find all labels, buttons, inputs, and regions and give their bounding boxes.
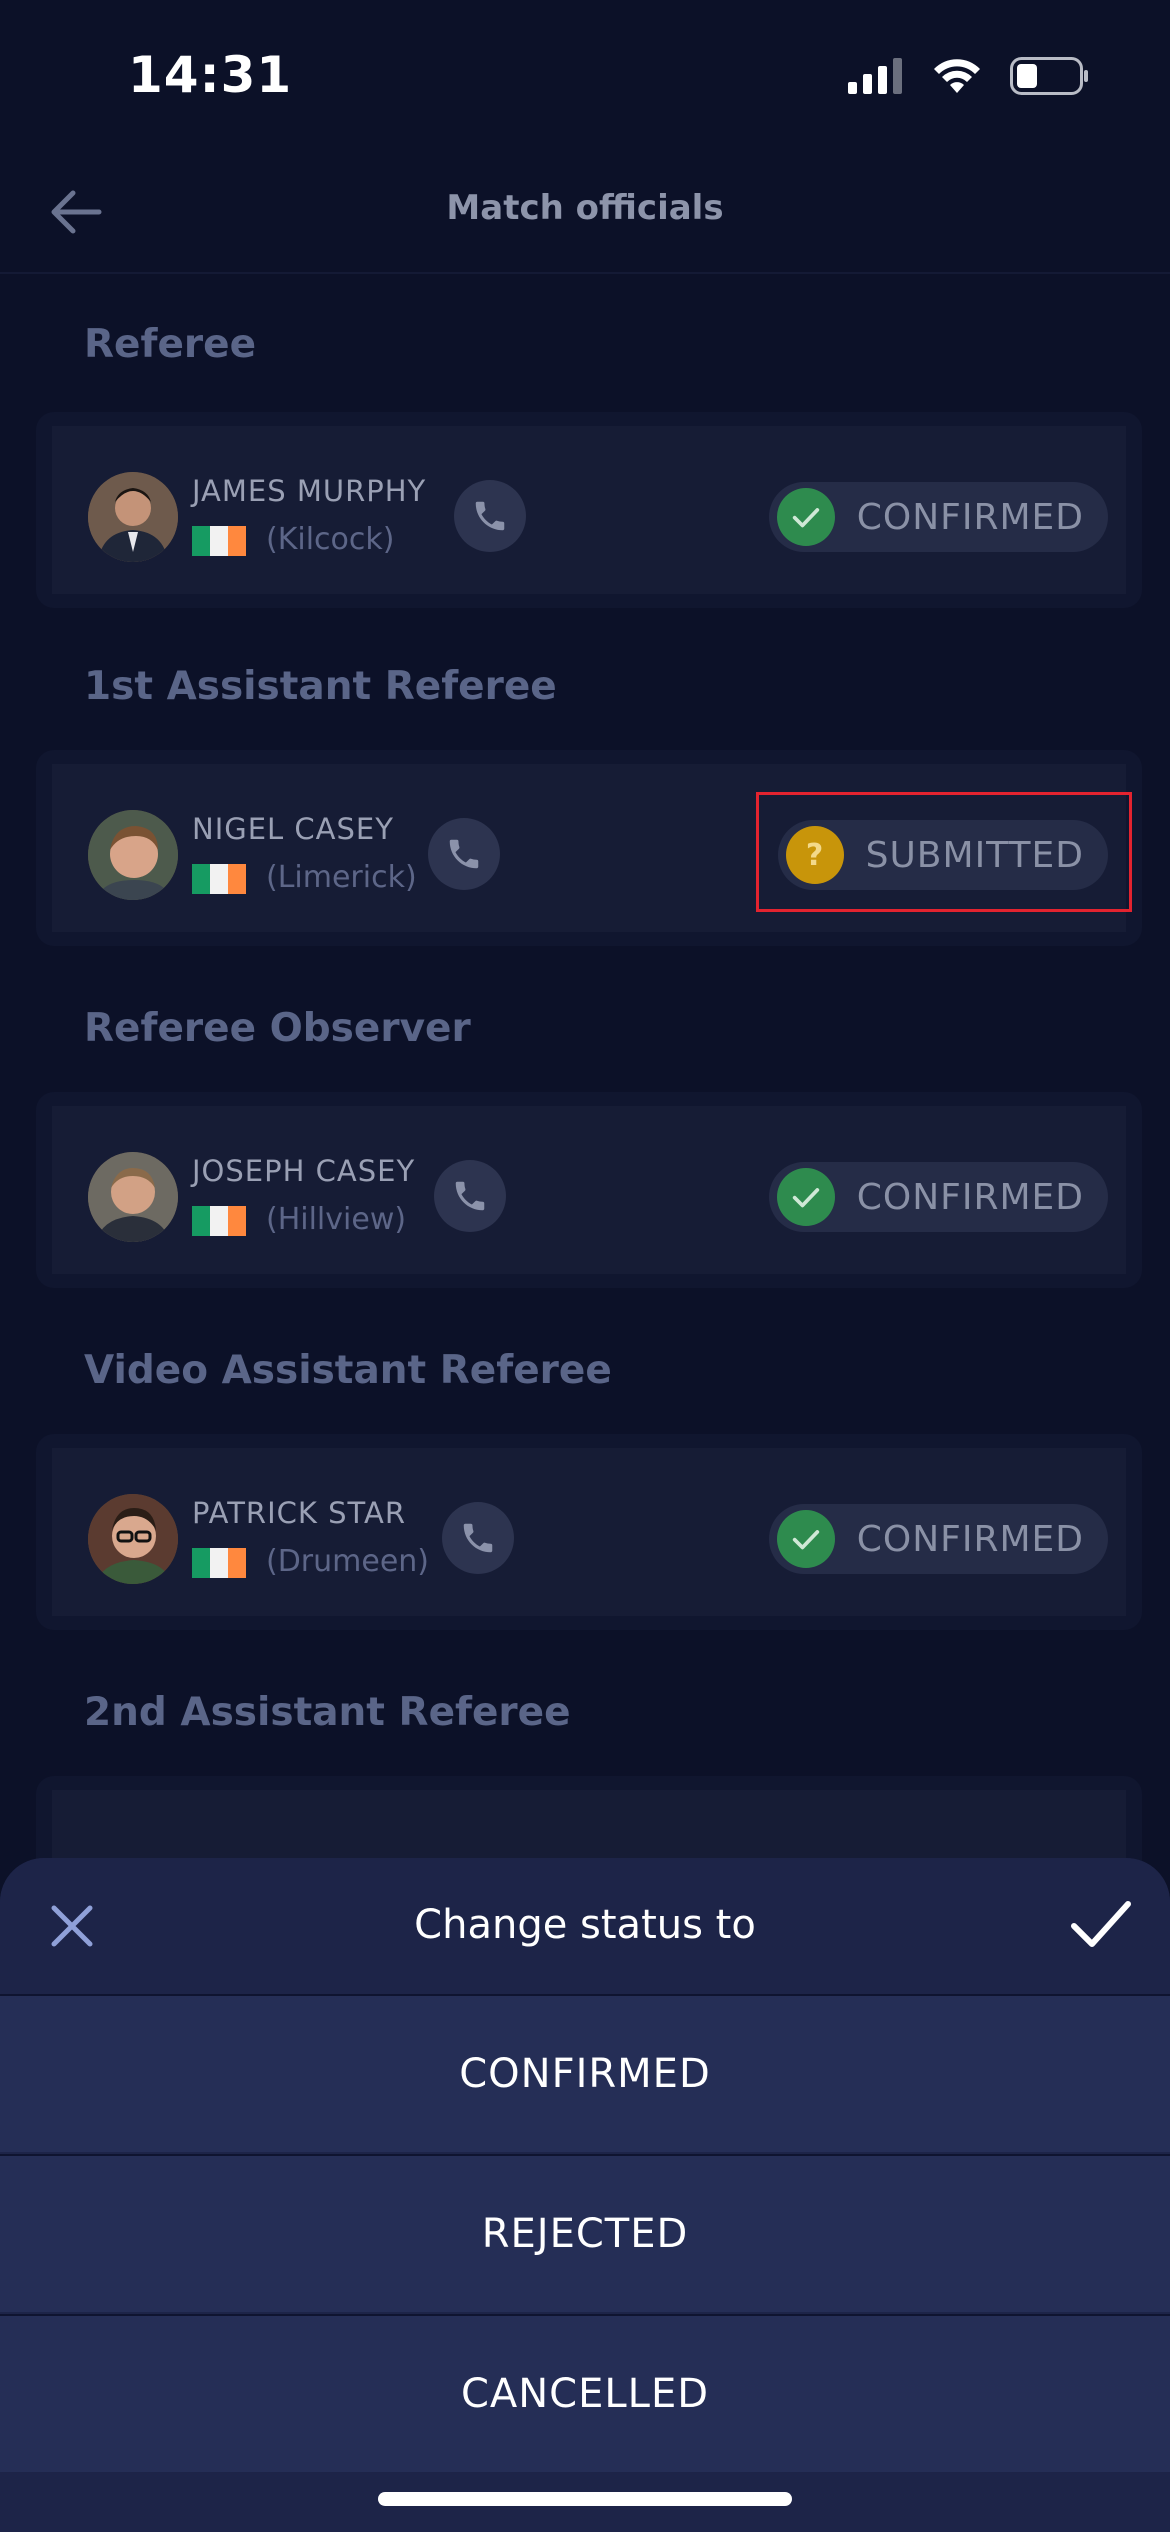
phone-icon [449, 839, 479, 869]
screen: 14:31 Match officials Referee JAMES MURP… [0, 0, 1170, 2532]
official-card-referee-observer: JOSEPH CASEY (Hillview) CONFIRMED [36, 1092, 1142, 1288]
sheet-header: Change status to [0, 1858, 1170, 1994]
wifi-icon [934, 59, 980, 93]
status-badge[interactable]: CONFIRMED [768, 1504, 1108, 1574]
ireland-flag-icon [192, 864, 246, 894]
official-name: JOSEPH CASEY [192, 1154, 416, 1188]
call-button[interactable] [434, 1160, 506, 1232]
ireland-flag-icon [192, 1548, 246, 1578]
status-icons [848, 52, 1090, 100]
official-name: PATRICK STAR [192, 1496, 406, 1530]
phone-icon [475, 501, 505, 531]
sheet-title: Change status to [414, 1902, 756, 1948]
signal-icon [848, 58, 902, 94]
status-label: CONFIRMED [856, 496, 1084, 538]
home-indicator[interactable] [378, 2492, 792, 2506]
section-label-referee-observer: Referee Observer [84, 1006, 471, 1051]
phone-icon [463, 1523, 493, 1553]
check-icon [776, 1510, 835, 1568]
call-button[interactable] [428, 818, 500, 890]
option-cancelled[interactable]: CANCELLED [0, 2314, 1170, 2472]
avatar [88, 810, 178, 900]
avatar [88, 1494, 178, 1584]
official-card-var: PATRICK STAR (Drumeen) CONFIRMED [36, 1434, 1142, 1630]
avatar [88, 1152, 178, 1242]
status-badge[interactable]: CONFIRMED [768, 1162, 1108, 1232]
phone-icon [455, 1181, 485, 1211]
status-label: CONFIRMED [856, 1518, 1084, 1560]
status-label: CONFIRMED [856, 1176, 1084, 1218]
avatar [88, 472, 178, 562]
page-title: Match officials [446, 188, 724, 228]
status-time: 14:31 [128, 46, 293, 104]
selection-highlight [756, 792, 1132, 912]
section-label-referee: Referee [84, 322, 257, 367]
option-rejected[interactable]: REJECTED [0, 2154, 1170, 2312]
official-card-referee: JAMES MURPHY (Kilcock) CONFIRMED [36, 412, 1142, 608]
battery-icon [1010, 57, 1088, 95]
ireland-flag-icon [192, 1206, 246, 1236]
status-badge[interactable]: CONFIRMED [768, 482, 1108, 552]
ireland-flag-icon [192, 526, 246, 556]
official-club: (Kilcock) [266, 522, 395, 557]
confirm-button[interactable] [1066, 1894, 1136, 1954]
status-bar: 14:31 [0, 0, 1170, 150]
call-button[interactable] [454, 480, 526, 552]
official-name: JAMES MURPHY [192, 474, 427, 508]
official-club: (Limerick) [266, 860, 417, 895]
change-status-sheet: Change status to CONFIRMED REJECTED CANC… [0, 1858, 1170, 2532]
official-club: (Drumeen) [266, 1544, 430, 1579]
call-button[interactable] [442, 1502, 514, 1574]
official-club: (Hillview) [266, 1202, 407, 1237]
section-label-2nd-assistant: 2nd Assistant Referee [84, 1690, 571, 1735]
check-icon [776, 488, 835, 546]
section-label-1st-assistant: 1st Assistant Referee [84, 664, 557, 709]
check-icon [776, 1168, 835, 1226]
header: Match officials [0, 150, 1170, 274]
option-confirmed[interactable]: CONFIRMED [0, 1994, 1170, 2152]
checkmark-icon [1071, 1901, 1131, 1947]
section-label-var: Video Assistant Referee [84, 1348, 612, 1393]
official-name: NIGEL CASEY [192, 812, 394, 846]
